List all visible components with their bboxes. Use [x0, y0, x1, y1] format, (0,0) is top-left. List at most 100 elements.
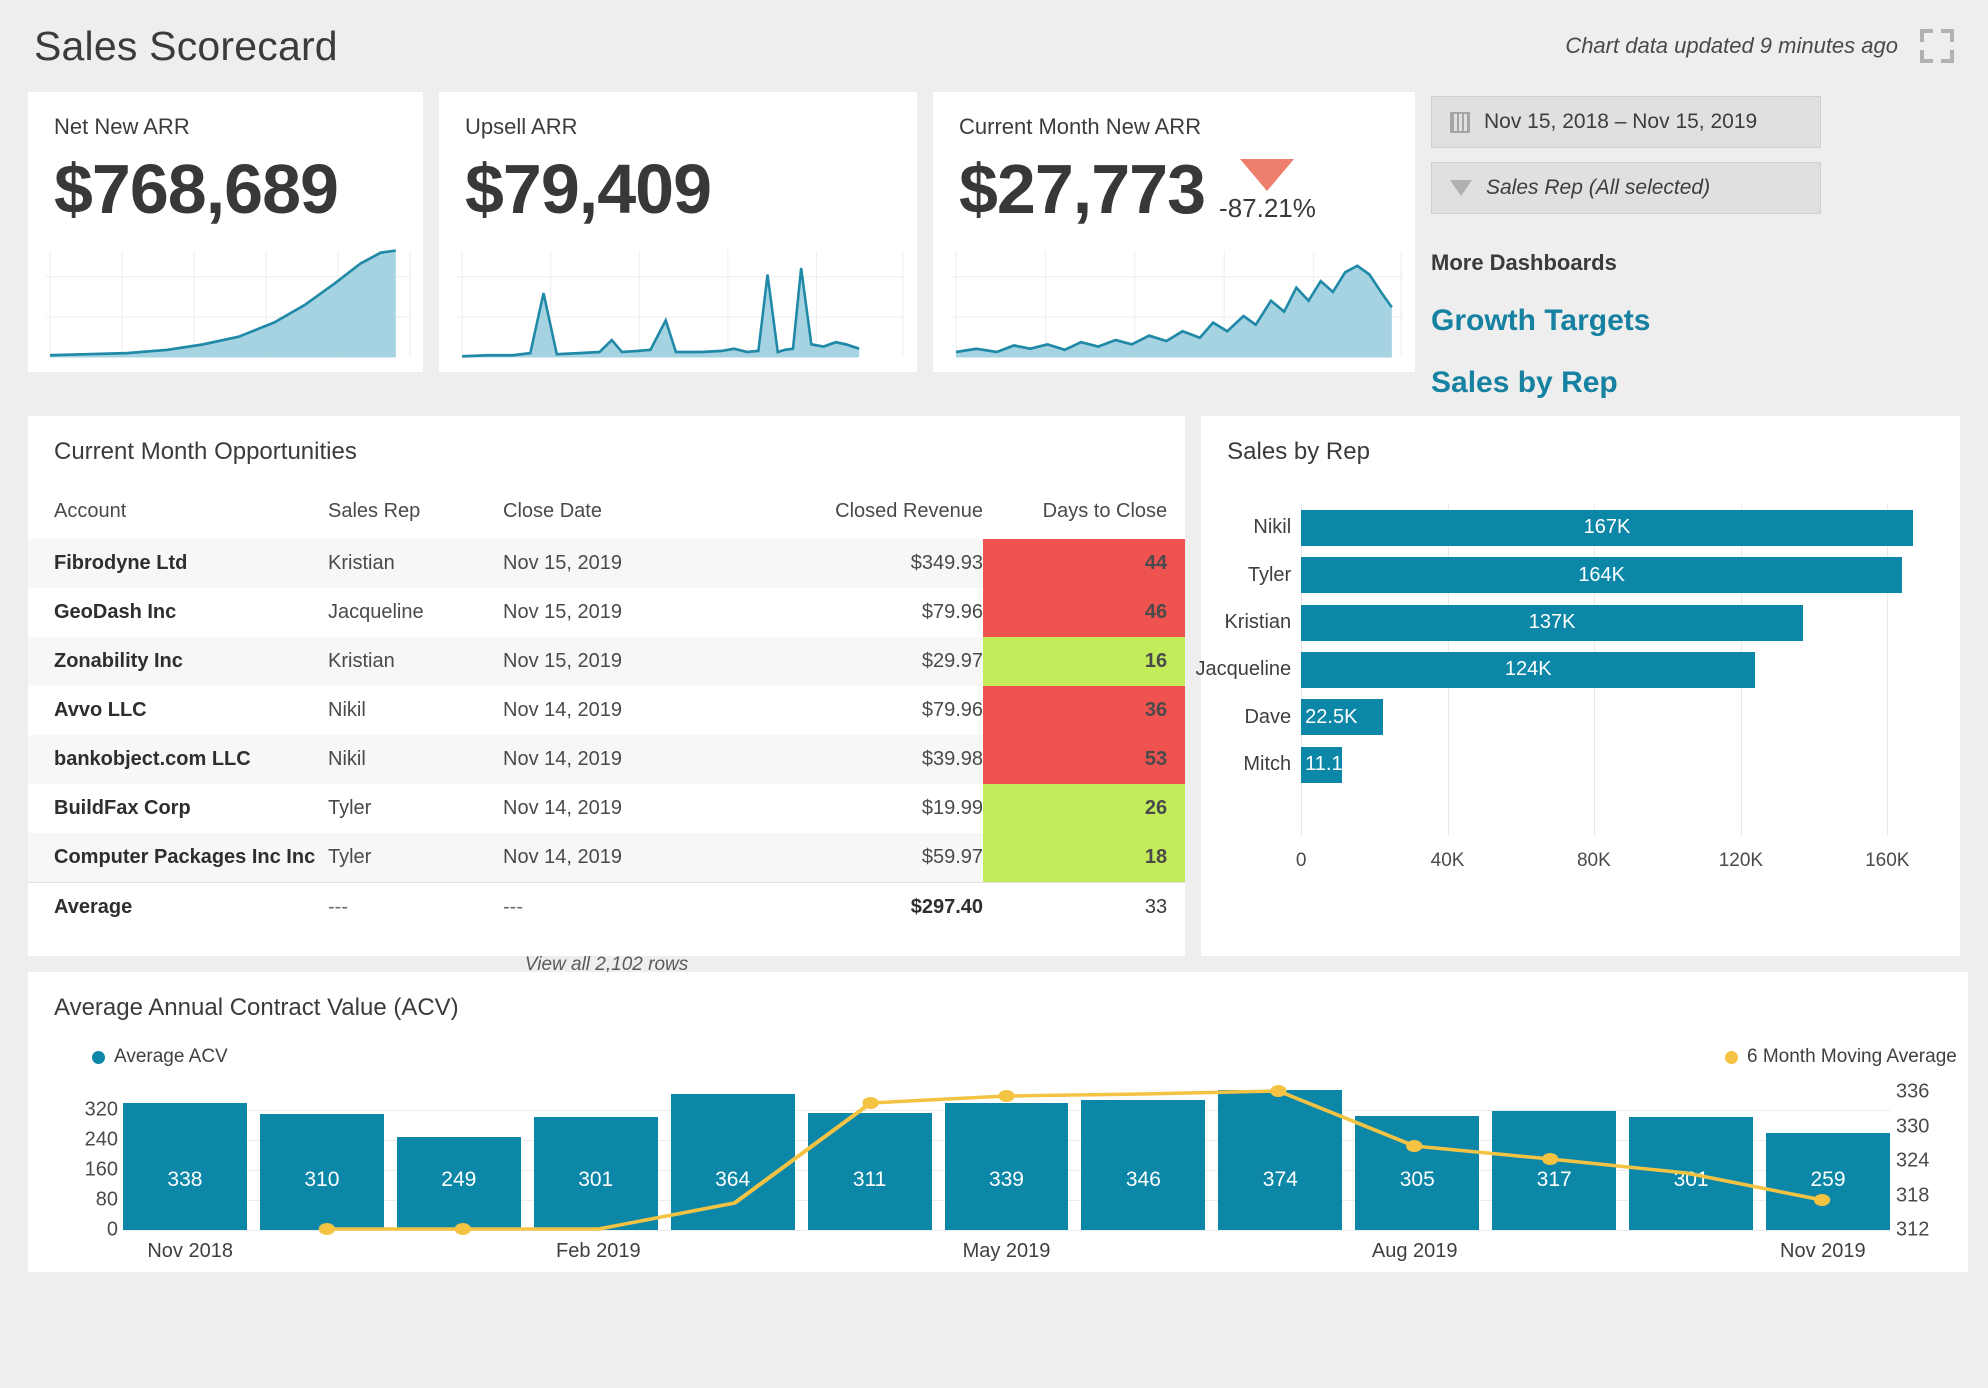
sales-by-rep-chart: Nikil 167K Tyler 164K Kristian 137K Jacq… — [1196, 496, 1938, 896]
cell-sales-rep: Tyler — [328, 797, 372, 819]
acv-bar-aug-2019[interactable]: 305 — [1355, 1115, 1480, 1230]
cell-sales-rep: --- — [328, 882, 503, 932]
kpi-value: $27,773 — [959, 150, 1206, 228]
sales-rep-filter[interactable]: Sales Rep (All selected) — [1431, 162, 1821, 214]
acv-bar-dec-2018[interactable]: 310 — [259, 1113, 384, 1230]
kpi-row: Net New ARR $768,689 Upsell ARR $79,409 … — [28, 92, 1960, 400]
bar-value: 301 — [1673, 1168, 1709, 1191]
bar-jacqueline[interactable]: 124K — [1301, 651, 1756, 688]
cell-account: BuildFax Corp — [54, 797, 191, 819]
cell-closed-revenue: $29.97 — [921, 650, 983, 672]
kpi-delta-value: -87.21% — [1219, 193, 1316, 223]
x-tick-label: Feb 2019 — [556, 1240, 641, 1262]
date-range-filter[interactable]: Nov 15, 2018 – Nov 15, 2019 — [1431, 96, 1821, 148]
cell-account: Average — [28, 882, 328, 932]
table-row[interactable]: Zonability Inc Kristian Nov 15, 2019 $29… — [28, 637, 1186, 686]
x-tick-label: 160K — [1865, 850, 1910, 871]
acv-bar-sep-2019[interactable]: 317 — [1492, 1111, 1617, 1230]
column-header-account[interactable]: Account — [28, 500, 328, 539]
bar-row[interactable]: Dave 22.5K — [1244, 694, 1924, 741]
bar-row[interactable]: Mitch 11.1K — [1243, 741, 1924, 788]
bar-nikil[interactable]: 167K — [1301, 509, 1913, 546]
cell-closed-revenue: $19.99 — [921, 797, 983, 819]
header-right-group: Chart data updated 9 minutes ago — [1565, 29, 1954, 63]
cell-close-date: Nov 15, 2019 — [503, 552, 622, 574]
column-header-close-date[interactable]: Close Date — [503, 500, 753, 539]
column-header-closed-revenue[interactable]: Closed Revenue — [753, 500, 983, 539]
acv-bar-mar-2019[interactable]: 364 — [670, 1093, 795, 1230]
dashboard-link-sales-by-rep[interactable]: Sales by Rep — [1431, 366, 1821, 400]
legend-dot-icon — [92, 1050, 105, 1064]
bar-value: 310 — [304, 1168, 340, 1191]
x-tick-label: Nov 2019 — [1780, 1240, 1866, 1262]
cell-sales-rep: Kristian — [328, 552, 395, 574]
bar-value: 305 — [1399, 1168, 1435, 1191]
acv-bar-nov-2018[interactable]: 338 — [123, 1103, 247, 1230]
cell-close-date: Nov 15, 2019 — [503, 650, 622, 672]
column-header-days-to-close[interactable]: Days to Close — [983, 500, 1185, 539]
legend-item-moving-average[interactable]: 6 Month Moving Average — [1725, 1046, 1957, 1068]
acv-bar-may-2019[interactable]: 339 — [944, 1102, 1069, 1230]
bar-label: Kristian — [1224, 611, 1292, 634]
data-updated-text: Chart data updated 9 minutes ago — [1565, 33, 1898, 58]
dashboard-link-growth-targets[interactable]: Growth Targets — [1431, 304, 1821, 338]
table-row[interactable]: GeoDash Inc Jacqueline Nov 15, 2019 $79.… — [28, 588, 1186, 637]
bar-value: 137K — [1528, 611, 1576, 633]
bar-label: Jacqueline — [1195, 658, 1292, 681]
cell-days-to-close: 26 — [983, 784, 1186, 833]
legend-dot-icon — [1725, 1050, 1738, 1064]
table-row[interactable]: Computer Packages Inc Inc Tyler Nov 14, … — [28, 833, 1186, 883]
acv-bar-feb-2019[interactable]: 301 — [533, 1117, 658, 1230]
kpi-card-net-new-arr[interactable]: Net New ARR $768,689 — [28, 92, 423, 372]
view-all-rows-link[interactable]: View all 2,102 rows — [28, 932, 1185, 976]
page-title: Sales Scorecard — [34, 22, 338, 69]
bar-row[interactable]: Tyler 164K — [1248, 551, 1924, 598]
bar-kristian[interactable]: 137K — [1301, 604, 1804, 641]
acv-bar-apr-2019[interactable]: 311 — [807, 1113, 932, 1230]
bar-value: 301 — [578, 1168, 614, 1191]
cell-close-date: Nov 14, 2019 — [503, 797, 622, 819]
table-row[interactable]: Avvo LLC Nikil Nov 14, 2019 $79.96 36 — [28, 686, 1186, 735]
acv-y-axis-right: 312 318 324 330 336 — [1896, 1080, 1952, 1241]
acv-bar-oct-2019[interactable]: 301 — [1629, 1117, 1754, 1230]
table-row[interactable]: BuildFax Corp Tyler Nov 14, 2019 $19.99 … — [28, 784, 1186, 833]
bar-mitch[interactable]: 11.1K — [1301, 746, 1356, 783]
cell-account: Fibrodyne Ltd — [54, 552, 188, 574]
kpi-delta: -87.21% — [1219, 159, 1316, 224]
sales-by-rep-panel: Sales by Rep Nikil 167K Tyler 164K Krist… — [1196, 416, 1960, 956]
acv-bar-jul-2019[interactable]: 374 — [1218, 1089, 1343, 1230]
cell-account: bankobject.com LLC — [54, 748, 251, 770]
bar-dave[interactable]: 22.5K — [1301, 699, 1384, 736]
collapse-icon[interactable] — [1920, 29, 1954, 63]
cell-days-to-close: 33 — [983, 882, 1186, 932]
table-row[interactable]: Fibrodyne Ltd Kristian Nov 15, 2019 $349… — [28, 539, 1186, 588]
legend-label: Average ACV — [114, 1046, 228, 1067]
acv-bar-jun-2019[interactable]: 346 — [1081, 1100, 1206, 1230]
calendar-icon — [1450, 111, 1470, 133]
acv-bar-jan-2019[interactable]: 249 — [396, 1136, 521, 1230]
bar-label: Nikil — [1253, 516, 1292, 539]
bar-value: 317 — [1536, 1168, 1572, 1191]
legend-item-average-acv[interactable]: Average ACV — [92, 1046, 228, 1068]
x-tick-label: Aug 2019 — [1371, 1240, 1458, 1262]
cell-closed-revenue: $79.96 — [921, 699, 983, 721]
bar-row[interactable]: Kristian 137K — [1224, 599, 1924, 646]
bar-row[interactable]: Nikil 167K — [1253, 504, 1924, 551]
sparkline-upsell-arr — [457, 244, 905, 364]
cell-close-date: --- — [503, 882, 753, 932]
kpi-card-upsell-arr[interactable]: Upsell ARR $79,409 — [439, 92, 917, 372]
bar-row[interactable]: Jacqueline 124K — [1196, 646, 1924, 693]
acv-bar-nov-2019[interactable]: 259 — [1766, 1132, 1890, 1230]
cell-closed-revenue: $79.96 — [921, 601, 983, 623]
x-tick-label: May 2019 — [962, 1240, 1051, 1262]
bar-label: Mitch — [1243, 753, 1292, 776]
bar-value: 249 — [441, 1168, 477, 1191]
table-row[interactable]: bankobject.com LLC Nikil Nov 14, 2019 $3… — [28, 735, 1186, 784]
column-header-sales-rep[interactable]: Sales Rep — [328, 500, 503, 539]
cell-days-to-close: 18 — [983, 833, 1186, 883]
kpi-card-current-month-new-arr[interactable]: Current Month New ARR $27,773 -87.21% — [933, 92, 1415, 372]
opportunities-panel: Current Month Opportunities Account Sale… — [28, 416, 1186, 975]
acv-panel: Average Annual Contract Value (ACV) Aver… — [28, 972, 1968, 1272]
bar-tyler[interactable]: 164K — [1301, 557, 1903, 594]
cell-sales-rep: Tyler — [328, 846, 372, 868]
